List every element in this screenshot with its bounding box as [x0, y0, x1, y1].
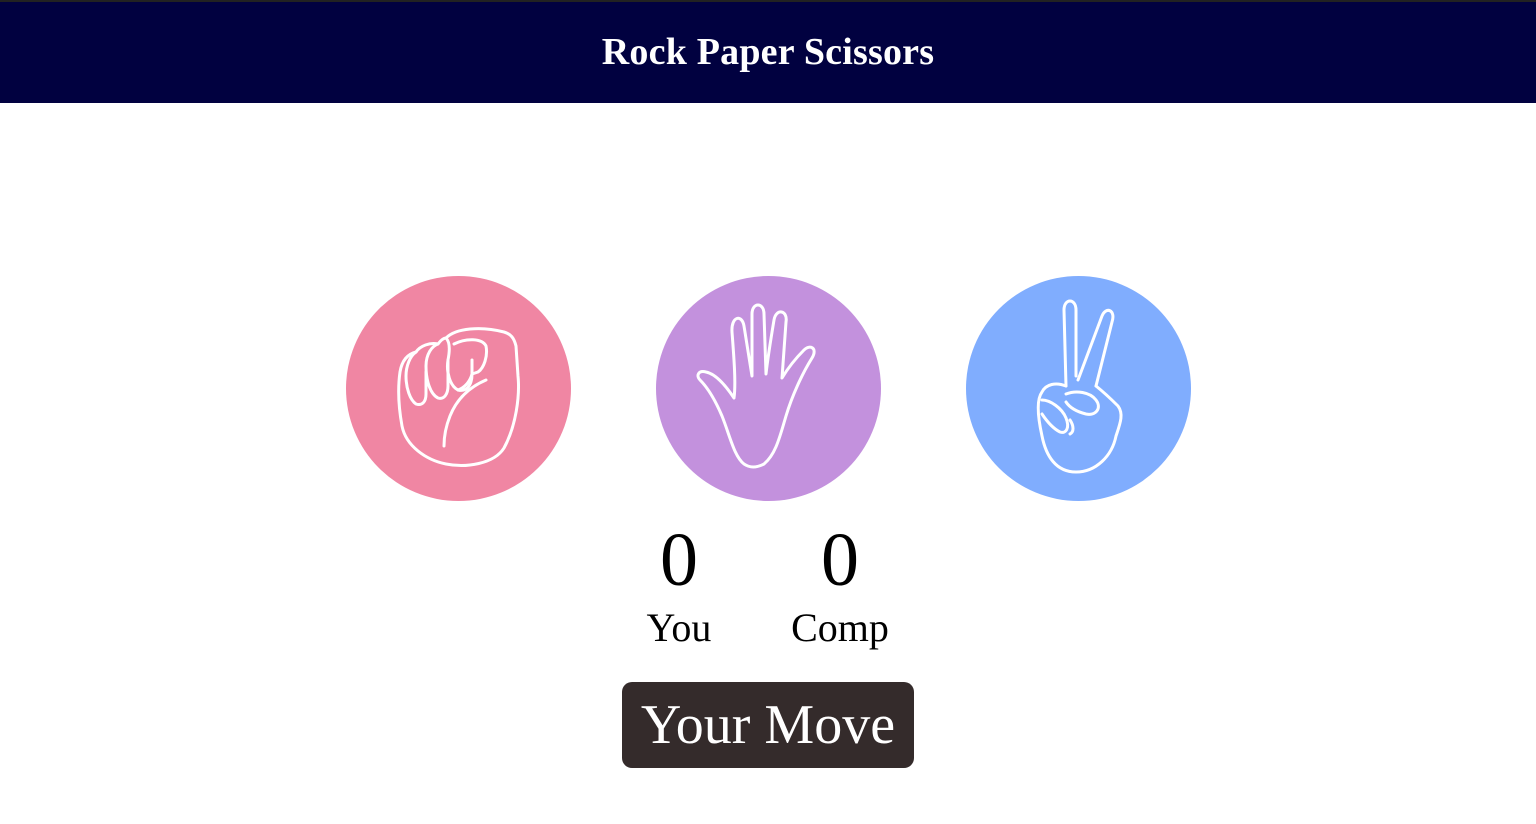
page-title: Rock Paper Scissors	[601, 30, 935, 73]
fist-icon	[346, 276, 571, 501]
comp-score: 0 Comp	[760, 520, 920, 652]
header-bar: Rock Paper Scissors	[0, 0, 1536, 103]
scissors-choice-button[interactable]	[966, 276, 1191, 501]
choices-container	[0, 276, 1536, 501]
peace-sign-icon	[966, 276, 1191, 501]
user-score-label: You	[646, 605, 712, 650]
comp-score-label: Comp	[791, 605, 889, 650]
user-score: 0 You	[599, 520, 759, 652]
user-score-value: 0	[660, 518, 698, 602]
rock-choice-button[interactable]	[346, 276, 571, 501]
open-hand-icon	[656, 276, 881, 501]
comp-score-value: 0	[821, 518, 859, 602]
status-message: Your Move	[622, 682, 914, 768]
score-board: 0 You 0 Comp	[0, 520, 1536, 660]
paper-choice-button[interactable]	[656, 276, 881, 501]
